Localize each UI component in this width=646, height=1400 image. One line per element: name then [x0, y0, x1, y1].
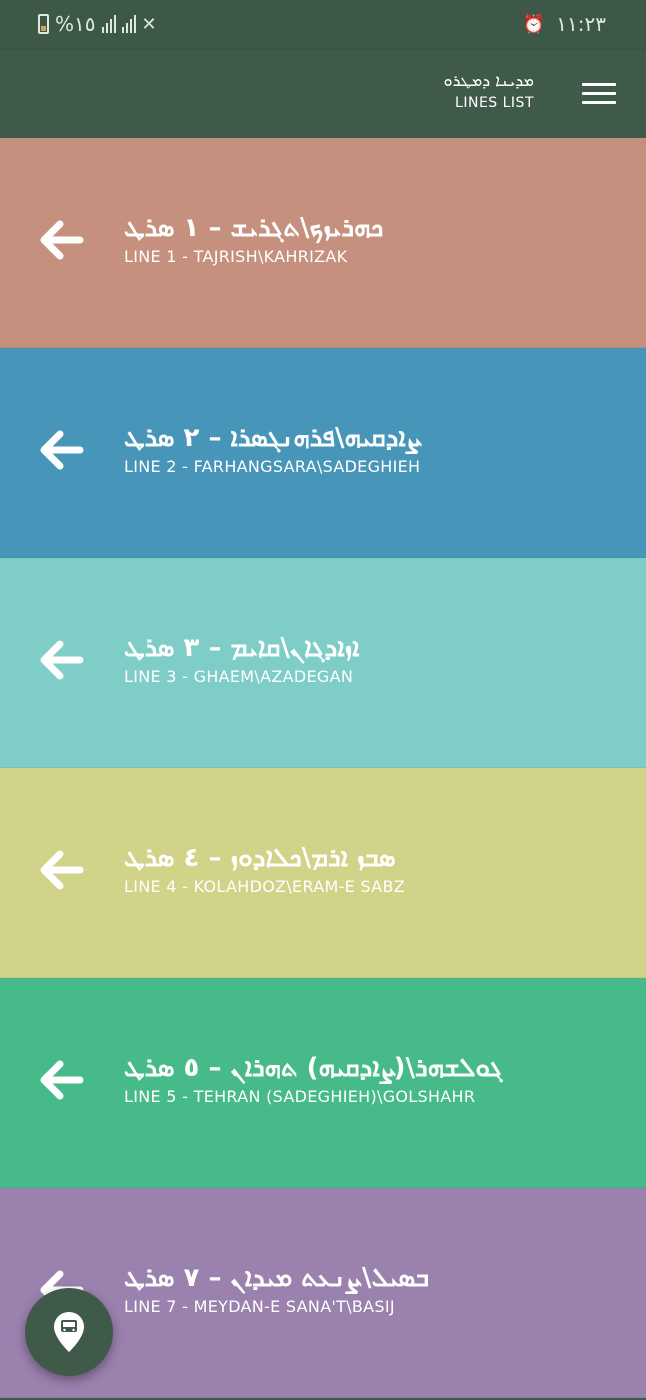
alarm-icon: ⏰ [522, 13, 547, 35]
map-pin-train-icon [54, 1312, 84, 1352]
line-name-latin: LINE 2 - FARHANGSARA\SADEGHIEH [124, 457, 421, 476]
app-title-script: ܡܕܝܢܐ ܕܡܛܪܘ [443, 71, 534, 90]
status-right: ⏰ ١١:٢٣ [523, 12, 606, 36]
line-name-latin: LINE 1 - TAJRISH\KAHRIZAK [124, 247, 348, 266]
line-item-2[interactable]: ܨܐܕܩܝܗ\ܦܪܗܢܓܣܪܐ – ٢ ܣܪܛ LINE 2 - FARHANG… [0, 348, 646, 558]
arrow-left-icon [40, 850, 84, 890]
line-item-1[interactable]: ܟܗܪܝܙܟ\ܬܓܪܝܫ – ١ ܣܪܛ LINE 1 - TAJRISH\KA… [0, 138, 646, 348]
line-name-script: ܓܘܠܫܗܪ\(ܨܐܕܩܝܗ) ܬܗܪܐܢ – ٥ ܣܪܛ [124, 1053, 503, 1083]
arrow-left-icon [40, 220, 84, 260]
mute-icon: ✕ [141, 13, 158, 35]
arrow-left-icon [40, 640, 84, 680]
clock-time: ١١:٢٣ [556, 12, 606, 36]
battery-icon [38, 14, 49, 34]
arrow-left-icon [40, 1060, 84, 1100]
status-left: %١٥ ✕ [38, 12, 158, 36]
app-bar: ܡܕܝܢܐ ܕܡܛܪܘ LINES LIST [0, 50, 646, 138]
line-name-latin: LINE 3 - GHAEM\AZADEGAN [124, 667, 354, 686]
line-item-5[interactable]: ܓܘܠܫܗܪ\(ܨܐܕܩܝܗ) ܬܗܪܐܢ – ٥ ܣܪܛ LINE 5 - T… [0, 978, 646, 1188]
battery-percentage: %١٥ [55, 12, 96, 36]
line-name-script: ܨܐܕܩܝܗ\ܦܪܗܢܓܣܪܐ – ٢ ܣܪܛ [124, 423, 420, 453]
line-name-latin: LINE 5 - TEHRAN (SADEGHIEH)\GOLSHAHR [124, 1087, 476, 1106]
line-item-4[interactable]: ܣܒܙ ܐܪܡ\ܟܠܐܕܘܙ – ٤ ܣܪܛ LINE 4 - KOLAHDOZ… [0, 768, 646, 978]
status-bar: %١٥ ✕ ⏰ ١١:٢٣ [0, 0, 646, 50]
line-name-script: ܐܙܐܕܓܐܢ\ܩܐܝܡ – ٣ ܣܪܛ [124, 633, 360, 663]
app-title-latin: LINES LIST [455, 95, 534, 111]
lines-list: ܟܗܪܝܙܟ\ܬܓܪܝܫ – ١ ܣܪܛ LINE 1 - TAJRISH\KA… [0, 138, 646, 1398]
line-item-3[interactable]: ܐܙܐܕܓܐܢ\ܩܐܝܡ – ٣ ܣܪܛ LINE 3 - GHAEM\AZAD… [0, 558, 646, 768]
nearby-station-fab[interactable] [25, 1288, 113, 1376]
line-name-script: ܟܗܪܝܙܟ\ܬܓܪܝܫ – ١ ܣܪܛ [124, 213, 384, 243]
line-name-script: ܒܣܝܠ\ܨܢܥܬ ܡܝܕܐܢ – ٧ ܣܪܛ [124, 1263, 430, 1293]
hamburger-menu-icon[interactable] [582, 76, 616, 110]
line-name-script: ܣܒܙ ܐܪܡ\ܟܠܐܕܘܙ – ٤ ܣܪܛ [124, 843, 396, 873]
signal-icon-2 [121, 15, 136, 33]
app-title: ܡܕܝܢܐ ܕܡܛܪܘ LINES LIST [444, 70, 534, 114]
line-item-7[interactable]: ܒܣܝܠ\ܨܢܥܬ ܡܝܕܐܢ – ٧ ܣܪܛ LINE 7 - MEYDAN-… [0, 1188, 646, 1398]
arrow-left-icon [40, 430, 84, 470]
line-name-latin: LINE 4 - KOLAHDOZ\ERAM-E SABZ [124, 877, 405, 896]
line-name-latin: LINE 7 - MEYDAN-E SANA'T\BASIJ [124, 1297, 395, 1316]
signal-icon [101, 15, 116, 33]
